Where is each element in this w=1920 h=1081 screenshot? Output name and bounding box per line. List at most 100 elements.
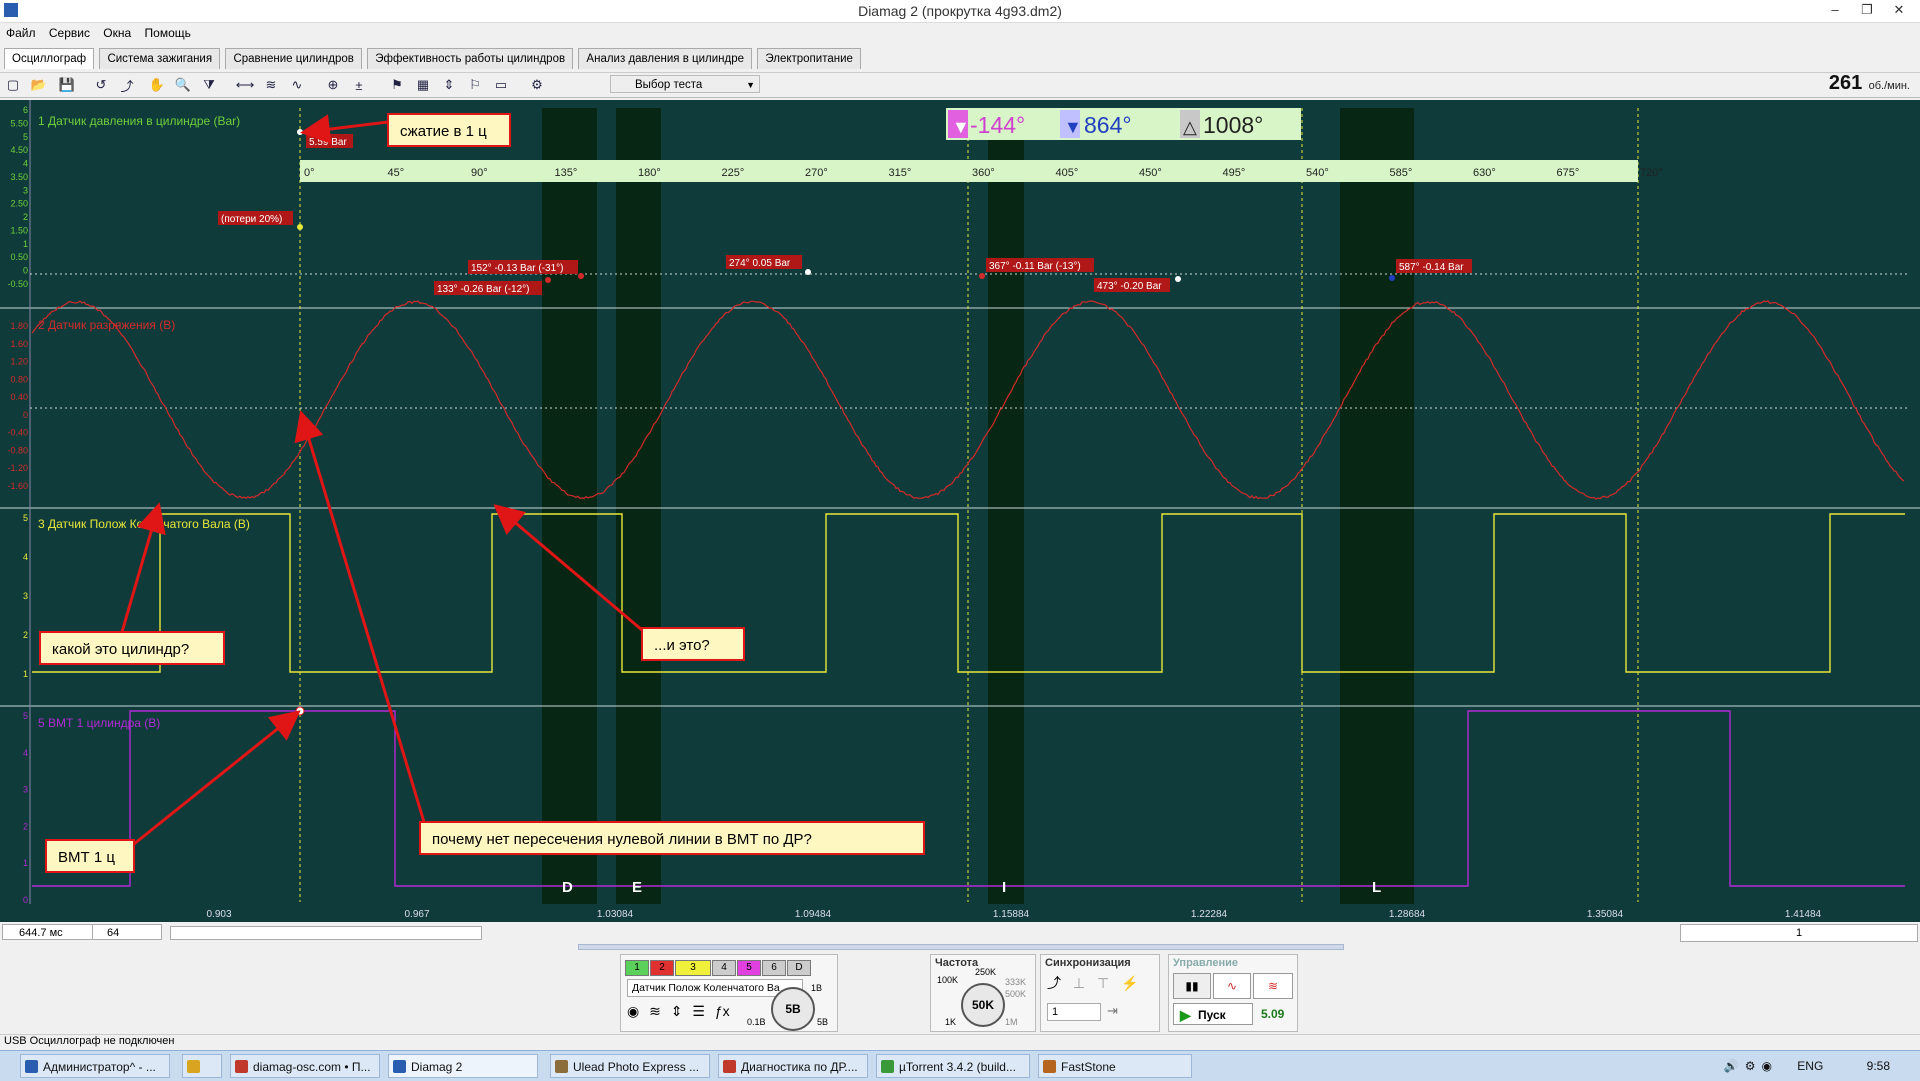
y-tick-label: 0 [23, 895, 28, 905]
menu-bar: Файл Сервис Окна Помощь [0, 26, 195, 44]
menu-service[interactable]: Сервис [49, 26, 90, 40]
y-tick-label: 5.50 [10, 118, 28, 128]
sync-up-icon[interactable]: ⊥ [1073, 975, 1085, 991]
settings-icon[interactable]: ⚙ [528, 76, 546, 94]
lines-icon[interactable]: ☰ [692, 1003, 705, 1019]
zone-i [988, 108, 1024, 920]
y-tick-label: 4 [23, 748, 28, 758]
task-utorrent[interactable]: µTorrent 3.4.2 (build... [876, 1054, 1030, 1078]
measure-icon[interactable]: ⟷ [236, 76, 254, 94]
control-label: Управление [1173, 957, 1238, 969]
overlay-icon[interactable]: ∿ [288, 76, 306, 94]
menu-file[interactable]: Файл [6, 26, 36, 40]
tab-power-supply[interactable]: Электропитание [757, 48, 861, 69]
hand-tool-icon[interactable]: ✋ [148, 76, 166, 94]
page-icon[interactable]: ▭ [492, 76, 510, 94]
zoom-icon[interactable]: 🔍 [174, 76, 192, 94]
label-p2: (потери 20%) [221, 214, 282, 225]
marker-icon[interactable]: ⚐ [466, 76, 484, 94]
chevron-down-icon: ▼ [746, 76, 755, 94]
test-select[interactable]: Выбор теста ▼ [610, 75, 760, 93]
menu-windows[interactable]: Окна [103, 26, 131, 40]
channel-button-1[interactable]: 1 [625, 960, 649, 976]
reset-zero-icon[interactable]: ± [350, 76, 368, 94]
point-marker [297, 224, 303, 230]
channel-button-d[interactable]: D [787, 960, 811, 976]
sync-auto-icon[interactable]: ⚡ [1121, 975, 1138, 991]
channel-button-6[interactable]: 6 [762, 960, 786, 976]
tab-cylinder-efficiency[interactable]: Эффективность работы цилиндров [367, 48, 573, 69]
tab-cylinder-compare[interactable]: Сравнение цилиндров [225, 48, 361, 69]
zone-letter-l: L [1372, 879, 1381, 896]
frequency-knob-value: 50K [972, 998, 994, 1012]
single-wave-button[interactable]: ∿ [1213, 973, 1251, 999]
split-icon[interactable]: ⇕ [440, 76, 458, 94]
minimize-button[interactable]: – [1820, 0, 1850, 20]
oscilloscope-area[interactable]: 0° 45° 90° 135° 180° 225° 270° 315° 360° 405° 450°… [0, 100, 1920, 922]
save-icon[interactable]: 💾 [58, 76, 76, 94]
waves-icon[interactable]: ≋ [262, 76, 280, 94]
oscilloscope-svg[interactable]: 0° 45° 90° 135° 180° 225° 270° 315° 360° 405° 450°… [0, 100, 1920, 922]
tab-oscilloscope[interactable]: Осциллограф [4, 48, 94, 69]
degree-tick-label: 675° [1557, 167, 1580, 179]
task-explorer[interactable] [182, 1054, 222, 1078]
samples-select[interactable]: 64 [92, 924, 162, 940]
annotation-tdc: ВМТ 1 ц [58, 849, 115, 866]
task-diagnostics[interactable]: Диагностика по ДР.... [718, 1054, 868, 1078]
sync-select[interactable]: 1 [1047, 1003, 1101, 1021]
page-navigator[interactable]: 1 [1680, 924, 1918, 942]
task-ulead[interactable]: Ulead Photo Express ... [550, 1054, 710, 1078]
task-admin[interactable]: Администратор^ - ... [20, 1054, 170, 1078]
horizontal-scrollbar[interactable] [170, 926, 482, 940]
splitter[interactable] [578, 944, 1344, 950]
point-marker [979, 273, 985, 279]
voltage-knob[interactable]: 5В [771, 987, 815, 1031]
tab-pressure-analysis[interactable]: Анализ давления в цилиндре [578, 48, 752, 69]
y-tick-label: 3.50 [10, 172, 28, 182]
zone-letter-d: D [562, 879, 573, 896]
tab-ignition[interactable]: Система зажигания [99, 48, 220, 69]
frequency-knob[interactable]: 50K [961, 983, 1005, 1027]
degree-tick-label: 225° [722, 167, 745, 179]
zone-letter-e: E [632, 879, 642, 896]
function-icon[interactable]: ƒx [715, 1003, 730, 1019]
menu-help[interactable]: Помощь [145, 26, 191, 40]
y-tick-label: 3 [23, 185, 28, 195]
trigger-icon[interactable]: ⊕ [324, 76, 342, 94]
rpm-readout: 261 об./мин. [1829, 72, 1910, 96]
time-tick-label: 1.15884 [993, 909, 1030, 920]
task-diamag[interactable]: Diamag 2 [388, 1054, 538, 1078]
clock[interactable]: 9:58 [1867, 1059, 1890, 1073]
task-browser[interactable]: diamag-osc.com • П... [230, 1054, 380, 1078]
continuous-wave-button[interactable]: ≋ [1253, 973, 1293, 999]
offset-icon[interactable]: ⇕ [671, 1003, 683, 1019]
close-button[interactable]: ✕ [1884, 0, 1914, 20]
new-file-icon[interactable]: ▢ [4, 76, 22, 94]
channel-button-5[interactable]: 5 [737, 960, 761, 976]
degree-tick-label: 90° [471, 167, 488, 179]
cursor-left-value: -144° [970, 112, 1025, 138]
lang-indicator[interactable]: ENG [1797, 1059, 1823, 1073]
channel-button-4[interactable]: 4 [712, 960, 736, 976]
ch5-title: 5 ВМТ 1 цилиндра (В) [38, 716, 160, 730]
grid-icon[interactable]: ▦ [414, 76, 432, 94]
sync-rising-icon[interactable]: ⤴ [1047, 975, 1061, 991]
start-button[interactable]: ▶ Пуск [1173, 1003, 1253, 1025]
undo-icon[interactable]: ↺ [92, 76, 110, 94]
task-faststone[interactable]: FastStone [1038, 1054, 1192, 1078]
channel-button-2[interactable]: 2 [650, 960, 674, 976]
open-folder-icon[interactable]: 📂 [30, 76, 48, 94]
signal-icon[interactable]: ≋ [649, 1003, 661, 1019]
volt-max2-label: 5В [817, 1017, 828, 1027]
channel-select-icon[interactable]: ⚑ [388, 76, 406, 94]
channel-button-3[interactable]: 3 [675, 960, 711, 976]
sync-arrows-icon[interactable]: ⇥ [1107, 1003, 1118, 1019]
maximize-button[interactable]: ❐ [1852, 0, 1882, 20]
filter-icon[interactable]: ⧩ [200, 76, 218, 94]
pause-button[interactable]: ▮▮ [1173, 973, 1211, 999]
delta-icon: △ [1183, 117, 1197, 137]
cursor-tool-icon[interactable]: ⤴ [118, 76, 136, 94]
tray-icons[interactable]: 🔊⚙◉ [1724, 1059, 1778, 1073]
sync-down-icon[interactable]: ⊤ [1097, 975, 1109, 991]
probe-icon[interactable]: ◉ [627, 1003, 639, 1019]
